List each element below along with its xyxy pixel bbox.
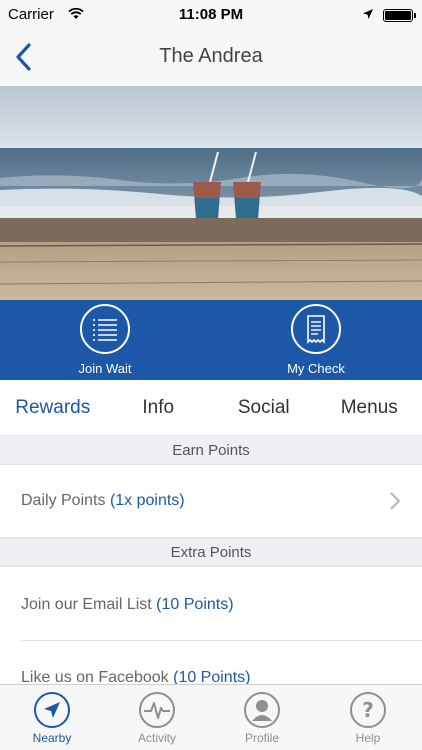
earn-points-header: Earn Points (0, 435, 422, 465)
tab-bar-profile[interactable]: Profile (227, 691, 297, 745)
page-title: The Andrea (159, 45, 263, 67)
extra-points-header: Extra Points (0, 537, 422, 567)
tab-menus[interactable]: Menus (317, 380, 422, 435)
tab-info[interactable]: Info (106, 380, 212, 435)
location-services-icon (363, 9, 373, 19)
daily-points-value: (1x points) (109, 492, 185, 509)
extra-points-list: Join our Email List (10 Points) Like us … (0, 567, 422, 687)
tab-bar-nearby-label: Nearby (32, 731, 72, 745)
email-list-points: (10 Points) (156, 596, 234, 613)
location-arrow-icon (33, 691, 71, 729)
daily-points-row[interactable]: Daily Points (1x points) (0, 465, 422, 537)
help-icon: ? (349, 691, 387, 729)
my-check-button[interactable]: My Check (266, 304, 366, 376)
tab-bar-activity[interactable]: Activity (122, 691, 192, 745)
receipt-icon (291, 304, 341, 354)
segment-tabs: Rewards Info Social Menus (0, 380, 422, 435)
battery-icon (383, 9, 416, 22)
my-check-label: My Check (287, 361, 345, 376)
activity-icon (138, 691, 176, 729)
tab-bar-activity-label: Activity (137, 731, 176, 745)
tab-rewards[interactable]: Rewards (0, 380, 106, 435)
profile-icon (243, 691, 281, 729)
tab-bar-help[interactable]: ? Help (333, 691, 403, 745)
status-bar: Carrier 11:08 PM (0, 0, 422, 30)
navigation-bar: The Andrea (0, 30, 422, 87)
daily-points-text: Daily Points (1x points) (21, 492, 185, 509)
list-icon (80, 304, 130, 354)
bottom-tab-bar: Nearby Activity Profile ? Help (0, 684, 422, 750)
join-wait-label: Join Wait (78, 361, 132, 376)
clock: 11:08 PM (178, 6, 244, 23)
tab-social[interactable]: Social (211, 380, 317, 435)
action-bar: Join Wait My Check (0, 300, 422, 380)
facebook-like-row[interactable]: Like us on Facebook (10 Points) (0, 641, 422, 687)
email-list-row[interactable]: Join our Email List (10 Points) (0, 567, 422, 640)
svg-text:?: ? (362, 698, 374, 722)
tab-bar-help-label: Help (355, 731, 381, 745)
join-wait-button[interactable]: Join Wait (55, 304, 155, 376)
email-list-text: Join our Email List (10 Points) (21, 596, 234, 613)
restaurant-hero-image (0, 86, 422, 300)
tab-bar-nearby[interactable]: Nearby (17, 691, 87, 745)
chevron-right-icon (390, 492, 401, 510)
tab-bar-profile-label: Profile (244, 731, 279, 745)
